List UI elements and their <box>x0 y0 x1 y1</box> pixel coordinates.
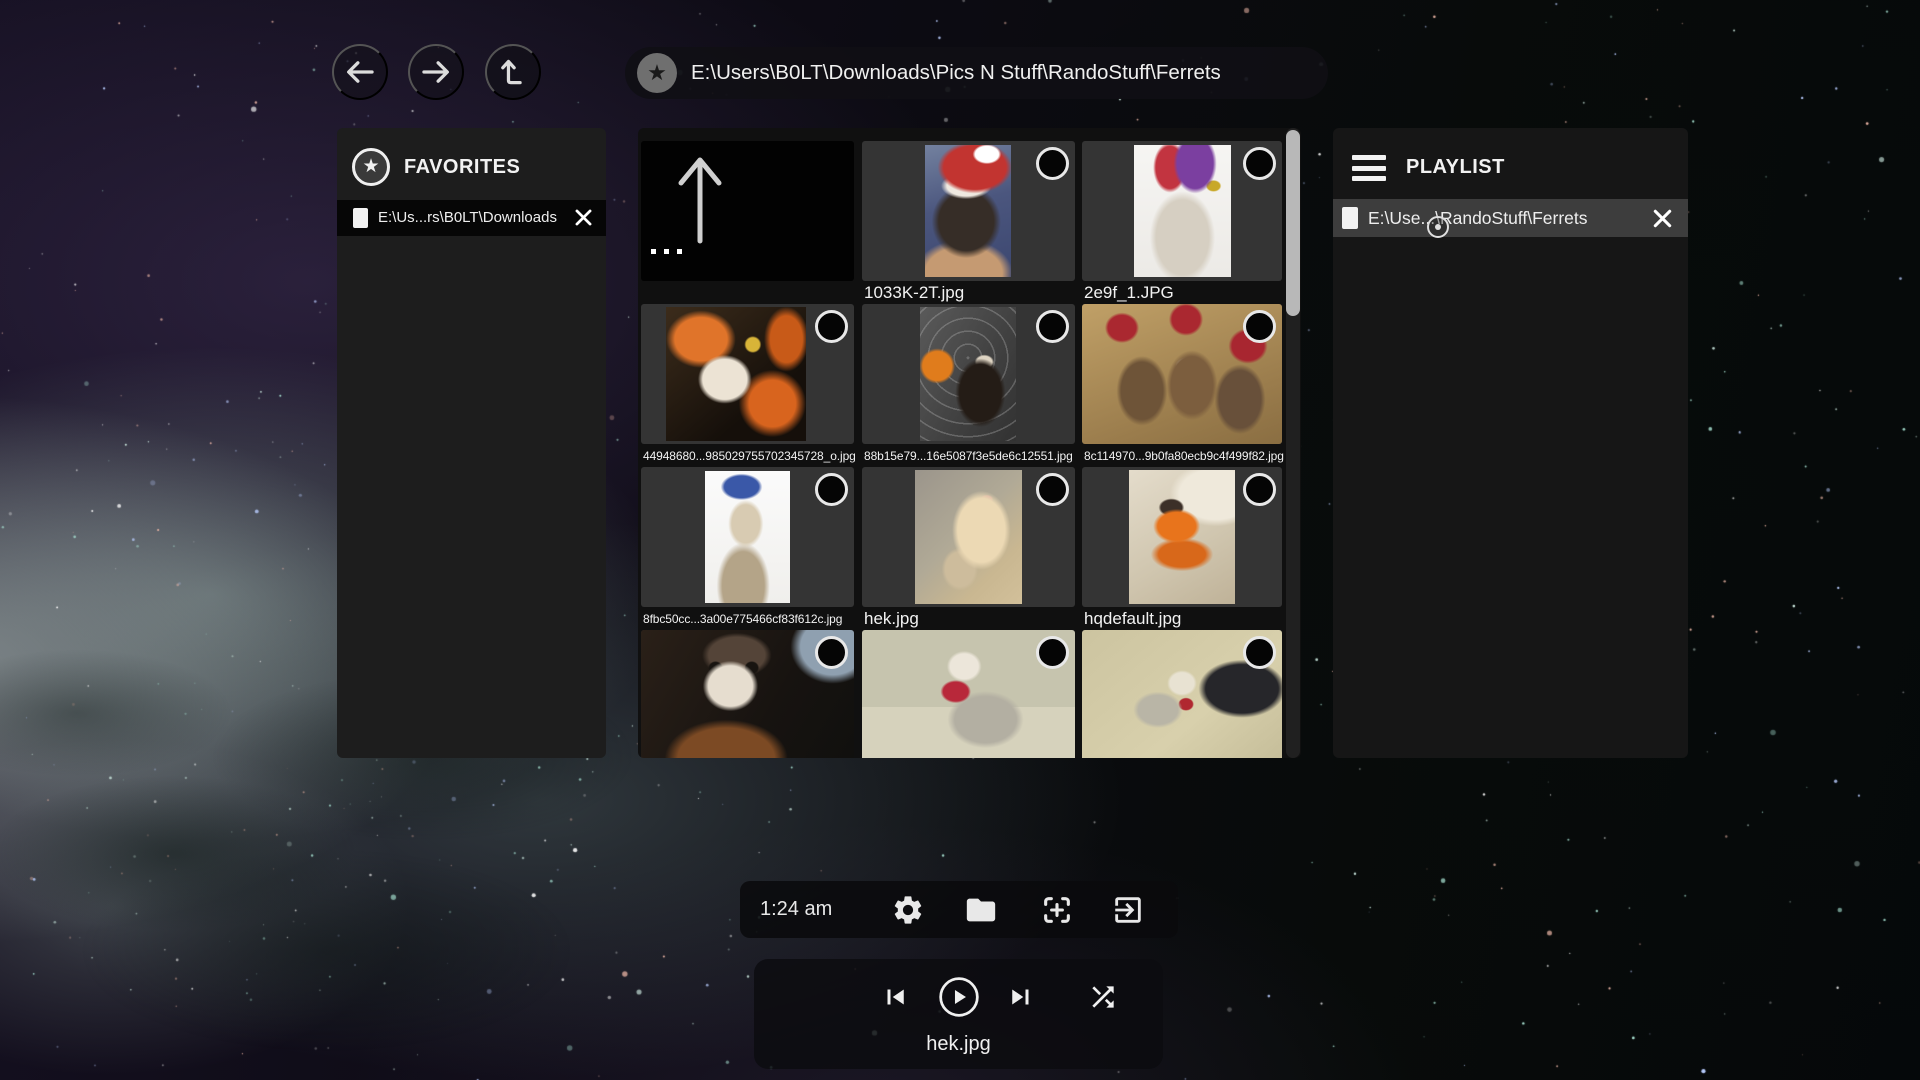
arrow-right-icon <box>419 55 453 89</box>
selection-circle[interactable] <box>1036 473 1069 506</box>
selection-circle[interactable] <box>1243 473 1276 506</box>
file-name: hqdefault.jpg <box>1082 609 1284 629</box>
pointer-cursor <box>1427 216 1449 238</box>
star-icon: ★ <box>362 156 379 177</box>
vr-media-browser-screen: ★ E:\Users\B0LT\Downloads\Pics N Stuff\R… <box>0 0 1920 1080</box>
favorites-star-icon: ★ <box>352 148 390 186</box>
close-icon <box>1651 207 1674 230</box>
recenter-button[interactable] <box>1040 893 1074 927</box>
selection-circle[interactable] <box>1243 636 1276 669</box>
playlist-item[interactable]: E:\Use...\RandoStuff\Ferrets <box>1333 199 1688 237</box>
playlist-panel: PLAYLIST E:\Use...\RandoStuff\Ferrets <box>1333 128 1688 758</box>
skip-previous-icon <box>880 982 910 1012</box>
arrow-left-icon <box>343 55 377 89</box>
selection-circle[interactable] <box>815 636 848 669</box>
thumbnail <box>705 471 790 603</box>
favorites-title: FAVORITES <box>404 148 520 186</box>
selection-circle[interactable] <box>1036 147 1069 180</box>
thumbnail <box>1129 470 1235 604</box>
shuffle-button[interactable] <box>1087 981 1119 1013</box>
thumbnail <box>1134 145 1231 277</box>
settings-button[interactable] <box>891 893 925 927</box>
star-badge[interactable]: ★ <box>637 53 677 93</box>
folder-icon <box>963 893 999 927</box>
path-bar[interactable]: ★ E:\Users\B0LT\Downloads\Pics N Stuff\R… <box>625 47 1328 99</box>
scrollbar[interactable] <box>1286 128 1300 758</box>
file-tile[interactable] <box>862 630 1075 758</box>
forward-button[interactable] <box>408 44 464 100</box>
file-tile[interactable] <box>1082 630 1282 758</box>
favorites-item[interactable]: E:\Us...rs\B0LT\Downloads <box>337 200 606 236</box>
selection-circle[interactable] <box>1036 310 1069 343</box>
playlist-item-label: E:\Use...\RandoStuff\Ferrets <box>1368 199 1588 237</box>
file-name: 44948680...985029755702345728_o.jpg <box>641 446 856 466</box>
thumbnail <box>925 145 1011 277</box>
file-name: 8fbc50cc...3a00e775466cf83f612c.jpg <box>641 609 856 629</box>
file-name: 88b15e79...16e5087f3e5de6c12551.jpg <box>862 446 1077 466</box>
media-controls: hek.jpg <box>754 959 1163 1069</box>
favorites-item-label: E:\Us...rs\B0LT\Downloads <box>378 200 557 236</box>
exit-button[interactable] <box>1111 893 1145 927</box>
file-tile[interactable] <box>862 467 1075 607</box>
current-path-text: E:\Users\B0LT\Downloads\Pics N Stuff\Ran… <box>691 47 1221 99</box>
close-icon <box>573 207 594 228</box>
playlist-title: PLAYLIST <box>1406 148 1505 186</box>
file-tile[interactable] <box>1082 141 1282 281</box>
back-button[interactable] <box>332 44 388 100</box>
up-directory-button[interactable] <box>485 44 541 100</box>
file-browser-button[interactable] <box>963 893 999 927</box>
file-tile[interactable] <box>862 141 1075 281</box>
selection-circle[interactable] <box>815 310 848 343</box>
play-icon <box>937 975 981 1019</box>
thumbnail <box>920 307 1016 441</box>
up-arrow-icon <box>667 153 733 245</box>
next-button[interactable] <box>1006 982 1036 1012</box>
file-tile[interactable] <box>641 467 854 607</box>
file-name: 8c114970...9b0fa80ecb9c4f499f82.jpg <box>1082 446 1284 466</box>
file-icon <box>353 208 368 228</box>
exit-icon <box>1111 893 1145 927</box>
favorites-panel: ★ FAVORITES E:\Us...rs\B0LT\Downloads <box>337 128 606 758</box>
file-tile[interactable] <box>1082 304 1282 444</box>
arrow-up-level-icon <box>496 55 530 89</box>
selection-circle[interactable] <box>1243 310 1276 343</box>
thumbnail <box>915 470 1022 604</box>
file-icon <box>1342 207 1358 229</box>
selection-circle[interactable] <box>1036 636 1069 669</box>
remove-favorite-button[interactable] <box>573 207 594 228</box>
recenter-icon <box>1040 893 1074 927</box>
selection-circle[interactable] <box>1243 147 1276 180</box>
ellipsis-dots <box>651 249 656 254</box>
file-tile[interactable] <box>1082 467 1282 607</box>
shuffle-icon <box>1087 981 1119 1013</box>
skip-next-icon <box>1006 982 1036 1012</box>
selection-circle[interactable] <box>815 473 848 506</box>
thumbnail <box>666 307 806 441</box>
file-tile[interactable] <box>641 304 854 444</box>
play-button[interactable] <box>937 975 981 1019</box>
bottom-toolbar: 1:24 am <box>740 881 1178 938</box>
file-grid-panel: 1033K-2T.jpg 2e9f_1.JPG 44948680...98502… <box>638 128 1301 758</box>
clock-text: 1:24 am <box>760 881 832 938</box>
current-file-label: hek.jpg <box>754 1033 1163 1056</box>
previous-button[interactable] <box>880 982 910 1012</box>
file-name: 2e9f_1.JPG <box>1082 283 1284 303</box>
file-name: hek.jpg <box>862 609 1077 629</box>
file-name: 1033K-2T.jpg <box>862 283 1077 303</box>
file-tile[interactable] <box>862 304 1075 444</box>
star-icon: ★ <box>647 60 667 85</box>
gear-icon <box>891 893 925 927</box>
parent-directory-tile[interactable] <box>641 141 854 281</box>
list-icon <box>1352 155 1386 181</box>
file-tile[interactable] <box>641 630 854 758</box>
remove-playlist-item-button[interactable] <box>1651 207 1674 230</box>
scrollbar-thumb[interactable] <box>1286 130 1300 316</box>
